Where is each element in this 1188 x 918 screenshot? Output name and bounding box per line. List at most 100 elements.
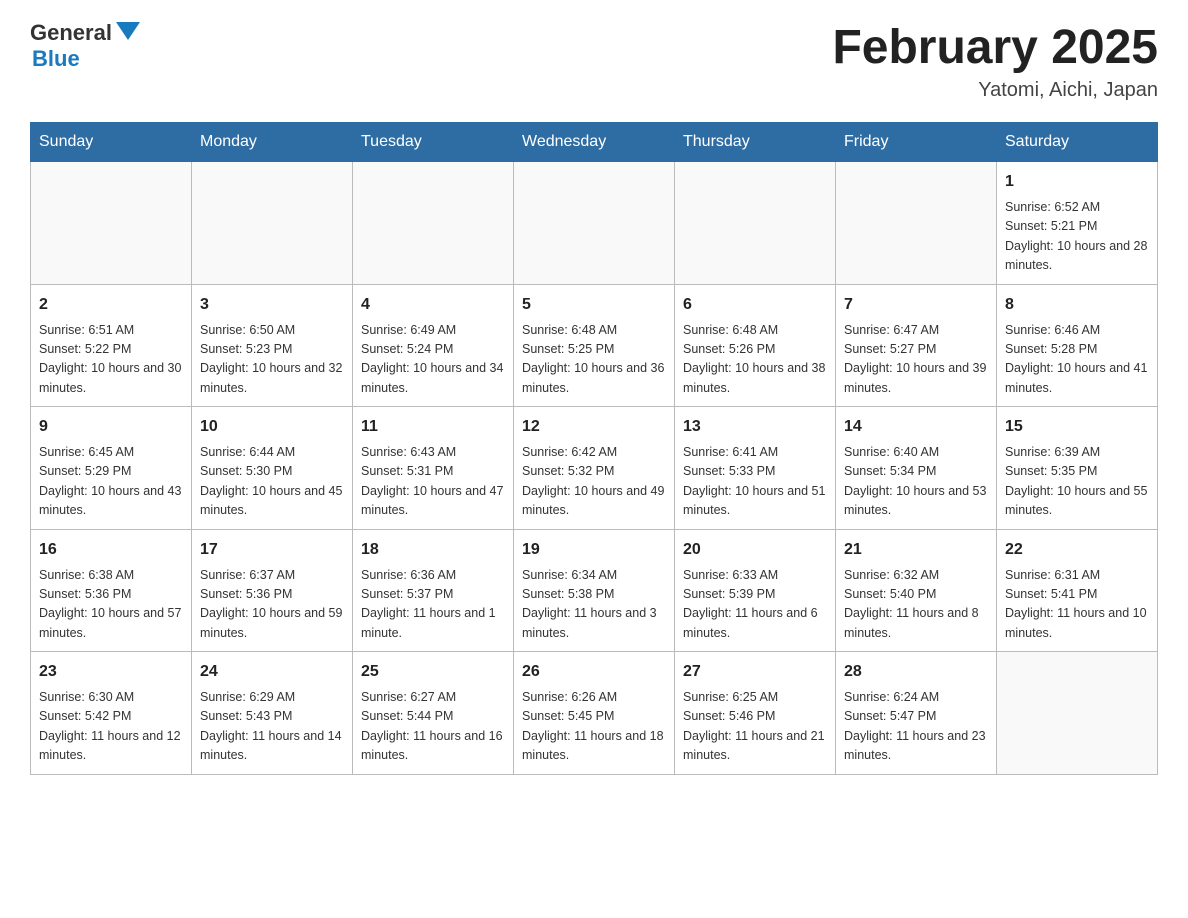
day-info: Sunrise: 6:47 AMSunset: 5:27 PMDaylight:… [844,321,988,399]
table-row: 2 Sunrise: 6:51 AMSunset: 5:22 PMDaylight… [31,284,192,407]
day-info: Sunrise: 6:27 AMSunset: 5:44 PMDaylight:… [361,688,505,766]
day-number: 23 [39,660,183,684]
table-row [192,162,353,285]
day-info: Sunrise: 6:48 AMSunset: 5:26 PMDaylight:… [683,321,827,399]
day-info: Sunrise: 6:38 AMSunset: 5:36 PMDaylight:… [39,566,183,644]
col-sunday: Sunday [31,123,192,162]
table-row: 5Sunrise: 6:48 AMSunset: 5:25 PMDaylight… [514,284,675,407]
table-row [675,162,836,285]
table-row: 9Sunrise: 6:45 AMSunset: 5:29 PMDaylight… [31,407,192,530]
table-row [31,162,192,285]
week-row-3: 9Sunrise: 6:45 AMSunset: 5:29 PMDaylight… [31,407,1158,530]
day-info: Sunrise: 6:36 AMSunset: 5:37 PMDaylight:… [361,566,505,644]
table-row: 16 Sunrise: 6:38 AMSunset: 5:36 PMDayligh… [31,529,192,652]
day-info: Sunrise: 6:52 AMSunset: 5:21 PMDaylight:… [1005,198,1149,276]
day-number: 2 [39,293,183,317]
day-number: 21 [844,538,988,562]
day-info: Sunrise: 6:31 AMSunset: 5:41 PMDaylight:… [1005,566,1149,644]
table-row: 11 Sunrise: 6:43 AMSunset: 5:31 PMDayligh… [353,407,514,530]
day-number: 10 [200,415,344,439]
col-tuesday: Tuesday [353,123,514,162]
day-number: 26 [522,660,666,684]
week-row-5: 23 Sunrise: 6:30 AMSunset: 5:42 PMDayligh… [31,652,1158,775]
day-info: Sunrise: 6:34 AMSunset: 5:38 PMDaylight:… [522,566,666,644]
week-row-1: 1Sunrise: 6:52 AMSunset: 5:21 PMDaylight… [31,162,1158,285]
table-row: 14 Sunrise: 6:40 AMSunset: 5:34 PMDayligh… [836,407,997,530]
table-row: 4 Sunrise: 6:49 AMSunset: 5:24 PMDaylight… [353,284,514,407]
day-number: 25 [361,660,505,684]
day-info: Sunrise: 6:43 AMSunset: 5:31 PMDaylight:… [361,443,505,521]
day-number: 20 [683,538,827,562]
table-row: 21 Sunrise: 6:32 AMSunset: 5:40 PMDayligh… [836,529,997,652]
logo-triangle-icon [116,22,140,40]
table-row [997,652,1158,775]
day-info: Sunrise: 6:49 AMSunset: 5:24 PMDaylight:… [361,321,505,399]
day-info: Sunrise: 6:33 AMSunset: 5:39 PMDaylight:… [683,566,827,644]
day-number: 22 [1005,538,1149,562]
page-header: General Blue February 2025 Yatomi, Aichi… [30,20,1158,102]
day-number: 19 [522,538,666,562]
title-section: February 2025 Yatomi, Aichi, Japan [832,20,1158,102]
day-info: Sunrise: 6:24 AMSunset: 5:47 PMDaylight:… [844,688,988,766]
col-wednesday: Wednesday [514,123,675,162]
day-info: Sunrise: 6:39 AMSunset: 5:35 PMDaylight:… [1005,443,1149,521]
table-row: 3 Sunrise: 6:50 AMSunset: 5:23 PMDaylight… [192,284,353,407]
day-number: 14 [844,415,988,439]
day-info: Sunrise: 6:41 AMSunset: 5:33 PMDaylight:… [683,443,827,521]
day-info: Sunrise: 6:26 AMSunset: 5:45 PMDaylight:… [522,688,666,766]
col-friday: Friday [836,123,997,162]
week-row-4: 16 Sunrise: 6:38 AMSunset: 5:36 PMDayligh… [31,529,1158,652]
day-number: 13 [683,415,827,439]
table-row [514,162,675,285]
logo-general-text: General [30,20,112,46]
table-row: 27 Sunrise: 6:25 AMSunset: 5:46 PMDayligh… [675,652,836,775]
day-info: Sunrise: 6:40 AMSunset: 5:34 PMDaylight:… [844,443,988,521]
day-info: Sunrise: 6:30 AMSunset: 5:42 PMDaylight:… [39,688,183,766]
table-row [836,162,997,285]
day-number: 11 [361,415,505,439]
table-row: 24Sunrise: 6:29 AMSunset: 5:43 PMDayligh… [192,652,353,775]
day-info: Sunrise: 6:48 AMSunset: 5:25 PMDaylight:… [522,321,666,399]
day-info: Sunrise: 6:45 AMSunset: 5:29 PMDaylight:… [39,443,183,521]
day-info: Sunrise: 6:32 AMSunset: 5:40 PMDaylight:… [844,566,988,644]
calendar-header-row: Sunday Monday Tuesday Wednesday Thursday… [31,123,1158,162]
day-info: Sunrise: 6:25 AMSunset: 5:46 PMDaylight:… [683,688,827,766]
table-row: 1Sunrise: 6:52 AMSunset: 5:21 PMDaylight… [997,162,1158,285]
day-number: 3 [200,293,344,317]
day-info: Sunrise: 6:51 AMSunset: 5:22 PMDaylight:… [39,321,183,399]
day-number: 16 [39,538,183,562]
table-row: 22 Sunrise: 6:31 AMSunset: 5:41 PMDayligh… [997,529,1158,652]
week-row-2: 2 Sunrise: 6:51 AMSunset: 5:22 PMDaylight… [31,284,1158,407]
table-row: 18 Sunrise: 6:36 AMSunset: 5:37 PMDayligh… [353,529,514,652]
day-info: Sunrise: 6:42 AMSunset: 5:32 PMDaylight:… [522,443,666,521]
day-number: 27 [683,660,827,684]
logo: General Blue [30,20,140,72]
table-row: 28Sunrise: 6:24 AMSunset: 5:47 PMDayligh… [836,652,997,775]
day-number: 7 [844,293,988,317]
day-info: Sunrise: 6:46 AMSunset: 5:28 PMDaylight:… [1005,321,1149,399]
table-row: 10 Sunrise: 6:44 AMSunset: 5:30 PMDayligh… [192,407,353,530]
table-row: 19 Sunrise: 6:34 AMSunset: 5:38 PMDayligh… [514,529,675,652]
col-monday: Monday [192,123,353,162]
calendar-table: Sunday Monday Tuesday Wednesday Thursday… [30,122,1158,775]
day-number: 18 [361,538,505,562]
month-title: February 2025 [832,20,1158,75]
day-number: 8 [1005,293,1149,317]
day-number: 6 [683,293,827,317]
day-info: Sunrise: 6:44 AMSunset: 5:30 PMDaylight:… [200,443,344,521]
col-thursday: Thursday [675,123,836,162]
table-row: 23 Sunrise: 6:30 AMSunset: 5:42 PMDayligh… [31,652,192,775]
day-info: Sunrise: 6:50 AMSunset: 5:23 PMDaylight:… [200,321,344,399]
table-row: 12Sunrise: 6:42 AMSunset: 5:32 PMDayligh… [514,407,675,530]
table-row: 8 Sunrise: 6:46 AMSunset: 5:28 PMDaylight… [997,284,1158,407]
day-info: Sunrise: 6:37 AMSunset: 5:36 PMDaylight:… [200,566,344,644]
col-saturday: Saturday [997,123,1158,162]
day-number: 4 [361,293,505,317]
day-number: 15 [1005,415,1149,439]
table-row: 15 Sunrise: 6:39 AMSunset: 5:35 PMDayligh… [997,407,1158,530]
table-row [353,162,514,285]
table-row: 25 Sunrise: 6:27 AMSunset: 5:44 PMDayligh… [353,652,514,775]
day-info: Sunrise: 6:29 AMSunset: 5:43 PMDaylight:… [200,688,344,766]
table-row: 13 Sunrise: 6:41 AMSunset: 5:33 PMDayligh… [675,407,836,530]
table-row: 20 Sunrise: 6:33 AMSunset: 5:39 PMDayligh… [675,529,836,652]
